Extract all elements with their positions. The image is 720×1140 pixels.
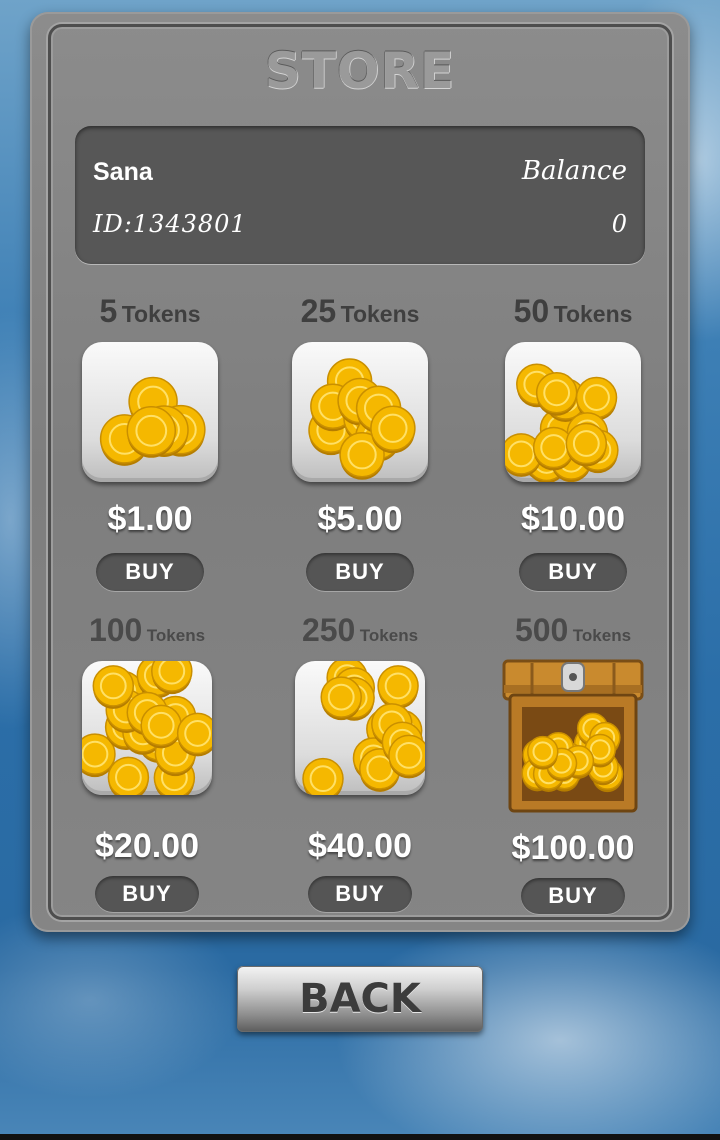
package-50-tokens: 50 Tokens $10.00 BUY (483, 293, 663, 591)
package-500-tokens: 500 Tokens $100.00 BUY (483, 612, 663, 914)
package-token-label: 100 Tokens (88, 612, 206, 648)
package-5-tokens: 5 Tokens $1.00 BUY (60, 293, 240, 591)
package-token-label: 25 Tokens (300, 293, 420, 329)
balance-value: 0 (611, 210, 627, 238)
buy-button-100-tokens[interactable]: BUY (95, 876, 199, 912)
coin-pile-large-icon[interactable] (505, 342, 641, 482)
package-100-tokens: 100 Tokens $20.00 BUY (57, 612, 237, 912)
coin-icon (107, 756, 150, 795)
package-token-label: 5 Tokens (99, 293, 201, 329)
coin-pile-medium-icon[interactable] (292, 342, 428, 482)
coin-icon (370, 405, 416, 454)
coin-icon (320, 676, 362, 721)
coin-icon (126, 406, 177, 458)
package-price: $100.00 (511, 829, 635, 867)
package-25-tokens: 25 Tokens $5.00 BUY (270, 293, 450, 591)
balance-label: Balance (521, 156, 627, 186)
bottom-edge (0, 1134, 720, 1140)
package-price: $20.00 (95, 827, 199, 865)
coin-icon (388, 734, 425, 779)
store-title: STORE (264, 42, 456, 100)
coin-icon (140, 704, 182, 749)
player-id: ID:1343801 (93, 210, 247, 238)
coin-icon (565, 422, 608, 467)
package-250-tokens: 250 Tokens $40.00 BUY (270, 612, 450, 912)
package-price: $5.00 (317, 500, 403, 538)
buy-button-5-tokens[interactable]: BUY (96, 553, 204, 591)
coin-icon (92, 665, 135, 709)
player-name: Sana (93, 158, 153, 186)
package-token-label: 50 Tokens (513, 293, 633, 329)
buy-button-500-tokens[interactable]: BUY (521, 878, 625, 914)
back-button[interactable]: BACK (237, 966, 483, 1032)
package-token-label: 250 Tokens (301, 612, 419, 648)
coin-icon (302, 757, 344, 795)
package-price: $40.00 (308, 827, 412, 865)
coin-stacks-icon[interactable] (295, 661, 425, 795)
buy-button-50-tokens[interactable]: BUY (519, 553, 627, 591)
account-card: Sana Balance ID:1343801 0 (75, 126, 645, 264)
coin-pile-small-icon[interactable] (82, 342, 218, 482)
treasure-chest-icon[interactable] (502, 657, 644, 817)
buy-button-250-tokens[interactable]: BUY (308, 876, 412, 912)
coin-icon (377, 665, 419, 709)
buy-button-25-tokens[interactable]: BUY (306, 553, 414, 591)
package-price: $10.00 (521, 500, 625, 538)
package-token-label: 500 Tokens (514, 612, 632, 648)
coin-pile-xlarge-icon[interactable] (82, 661, 212, 795)
coin-icon (535, 372, 578, 416)
coin-icon (527, 735, 559, 770)
package-price: $1.00 (107, 500, 193, 538)
